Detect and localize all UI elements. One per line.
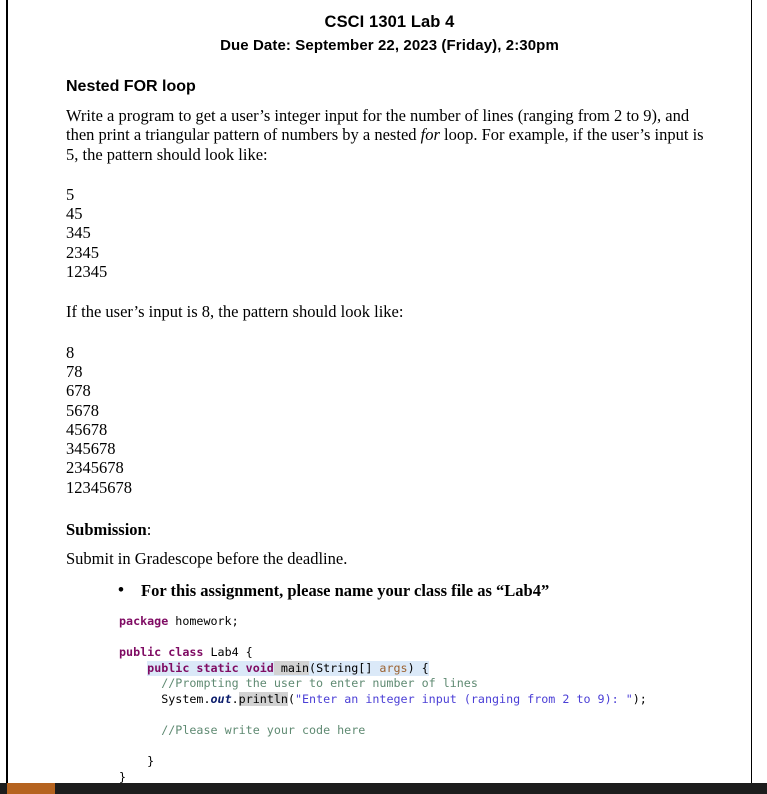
submission-heading: Submission:	[66, 520, 713, 540]
code-dot: .	[231, 692, 239, 707]
code-statement-end: );	[632, 692, 647, 707]
pattern-example-8: 8 78 678 5678 45678 345678 2345678 12345…	[66, 342, 132, 497]
intro-paragraph: Write a program to get a user’s integer …	[66, 106, 713, 164]
code-method-println: println	[238, 692, 288, 707]
code-brace-class-close: }	[119, 769, 127, 784]
submission-instruction: Submit in Gradescope before the deadline…	[66, 549, 348, 569]
code-class-name: Lab4 {	[203, 645, 253, 660]
requirements-list: For this assignment, please name your cl…	[66, 580, 713, 600]
code-paren-close-brace: ) {	[407, 660, 429, 675]
code-paren-open: (	[309, 660, 317, 675]
list-item: For this assignment, please name your cl…	[118, 580, 713, 600]
code-comment-prompting: //Prompting the user to enter number of …	[161, 676, 478, 691]
page-right-border	[751, 0, 752, 783]
page-subtitle: Due Date: September 22, 2023 (Friday), 2…	[220, 37, 559, 54]
code-type-string-array: String[]	[316, 660, 380, 675]
code-brace-method-close: }	[147, 754, 155, 769]
page-title: CSCI 1301 Lab 4	[324, 13, 455, 31]
section-heading: Nested FOR loop	[66, 78, 196, 95]
code-keyword-main-modifiers: public static void	[147, 660, 274, 675]
document-page: CSCI 1301 Lab 4 Due Date: September 22, …	[9, 0, 751, 786]
code-param-args: args	[379, 660, 408, 675]
submission-label: Submission	[66, 520, 147, 540]
pattern-example-5: 5 45 345 2345 12345	[66, 184, 108, 282]
intro-keyword-for: for	[420, 125, 440, 145]
code-println-paren: (	[287, 692, 295, 707]
code-system: System.	[161, 692, 211, 707]
code-string-literal: "Enter an integer input (ranging from 2 …	[294, 692, 633, 707]
document-viewer: CSCI 1301 Lab 4 Due Date: September 22, …	[0, 0, 767, 794]
code-keyword-package: package	[119, 614, 169, 629]
page-left-border	[6, 0, 8, 783]
code-comment-write-here: //Please write your code here	[161, 723, 366, 738]
second-prompt-paragraph: If the user’s input is 8, the pattern sh…	[66, 302, 404, 322]
java-code-block: package homework; public class Lab4 { pu…	[66, 614, 713, 786]
horizontal-scrollbar[interactable]	[0, 783, 767, 794]
code-keyword-public-class: public class	[119, 645, 204, 660]
horizontal-scrollbar-thumb[interactable]	[7, 783, 55, 794]
code-package-name: homework;	[168, 614, 239, 629]
submission-colon: :	[146, 520, 152, 540]
code-main-signature: public static void main(String[] args) {	[147, 660, 429, 677]
code-field-out: out	[210, 692, 232, 707]
code-method-main: main	[273, 660, 310, 675]
